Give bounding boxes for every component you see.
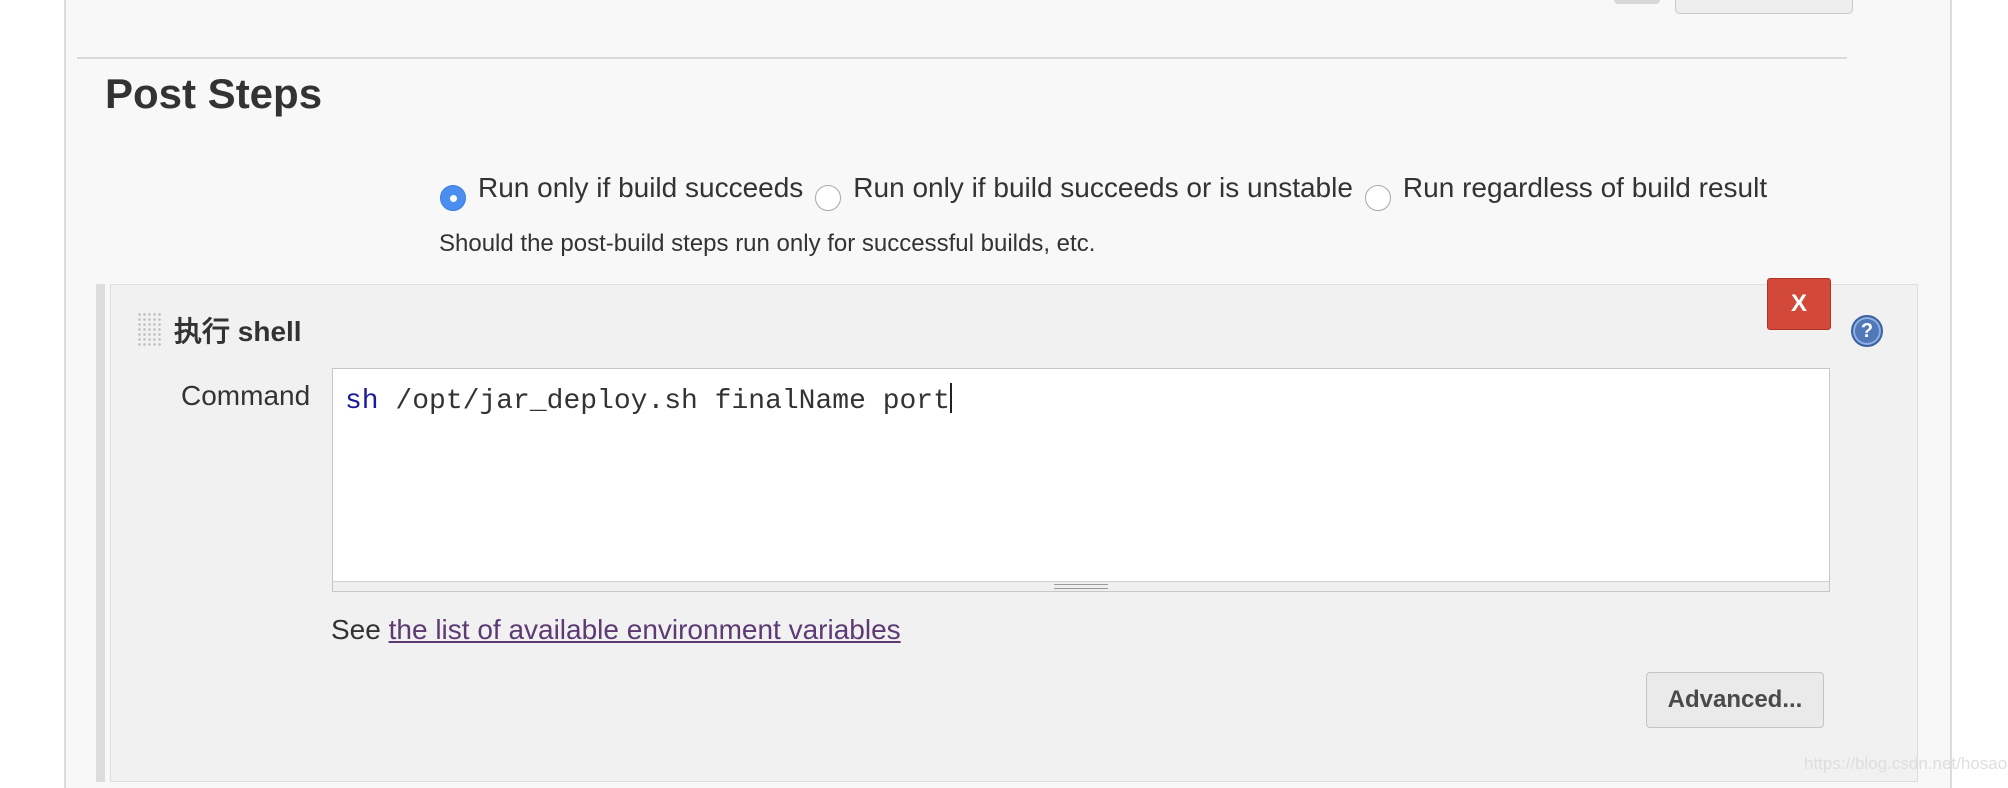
delete-step-button[interactable]: X [1767,278,1831,330]
radio-button-regardless[interactable] [1364,185,1391,211]
drag-handle-icon[interactable] [137,312,161,346]
section-title: Post Steps [105,70,323,117]
radio-option-regardless[interactable]: Run regardless of build result [1364,172,1768,211]
env-prefix: See [331,614,389,645]
radio-button-unstable[interactable] [815,185,842,211]
build-step-sidebar [96,284,105,782]
advanced-button[interactable]: Advanced... [1646,672,1824,728]
radio-option-succeeds[interactable]: Run only if build succeeds [440,172,804,211]
command-args: /opt/jar_deploy.sh finalName port [378,386,950,417]
command-textarea[interactable]: sh /opt/jar_deploy.sh finalName port [332,368,1830,592]
truncated-icon [1614,0,1660,4]
radio-label: Run regardless of build result [1402,172,1768,203]
command-keyword: sh [345,386,379,417]
truncated-button[interactable] [1675,0,1853,14]
watermark: https://blog.csdn.net/hosaos [1804,754,2008,773]
run-condition-description: Should the post-build steps run only for… [439,230,1096,257]
text-caret [949,383,952,413]
section-divider [77,57,1847,59]
radio-option-unstable[interactable]: Run only if build succeeds or is unstabl… [815,172,1353,211]
radio-label: Run only if build succeeds or is unstabl… [853,172,1353,203]
env-variables-hint: See the list of available environment va… [331,614,901,646]
run-condition-group: Run only if build succeeds Run only if b… [440,168,1779,211]
help-icon[interactable]: ? [1851,315,1883,347]
textarea-resize-bar[interactable] [333,581,1829,591]
env-variables-link[interactable]: the list of available environment variab… [389,614,901,645]
command-label: Command [181,380,311,411]
radio-button-succeeds[interactable] [440,185,466,211]
radio-label: Run only if build succeeds [478,172,804,203]
build-step-title: 执行 shell [174,316,302,347]
resize-grip-icon[interactable] [1054,584,1108,589]
command-text[interactable]: sh /opt/jar_deploy.sh finalName port [345,383,952,417]
